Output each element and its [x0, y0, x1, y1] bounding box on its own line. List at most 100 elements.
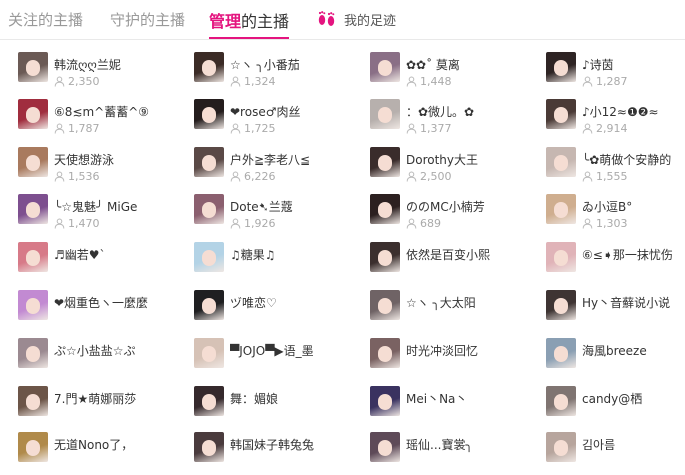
anchor-item[interactable]: ▀JOJO▀▶语_墨 — [194, 338, 364, 382]
anchor-item[interactable]: ヅ唯恋♡ — [194, 290, 364, 334]
anchor-item[interactable]: 7.門★萌娜丽莎 — [18, 386, 188, 430]
avatar[interactable] — [194, 386, 224, 416]
anchor-name[interactable]: 天使想游泳 — [54, 151, 114, 168]
anchor-name[interactable]: ╰☆鬼魅╯ MiGe — [54, 198, 137, 215]
anchor-name[interactable]: 时光冲淡回忆 — [406, 342, 478, 359]
avatar[interactable] — [194, 194, 224, 224]
anchor-item[interactable]: ぷ☆小盐盐☆ぷ — [18, 338, 188, 382]
anchor-item[interactable]: 舞：媚娘 — [194, 386, 364, 430]
anchor-item[interactable]: 海風breeze — [546, 338, 685, 382]
avatar[interactable] — [194, 338, 224, 368]
anchor-name[interactable]: ▀JOJO▀▶语_墨 — [230, 342, 314, 359]
anchor-name[interactable]: ✿✿˚ 莫离 — [406, 56, 460, 73]
avatar[interactable] — [18, 338, 48, 368]
avatar[interactable] — [370, 290, 400, 320]
avatar[interactable] — [370, 242, 400, 272]
anchor-item[interactable]: ╰☆鬼魅╯ MiGe 1,470 — [18, 194, 188, 238]
anchor-item[interactable]: 김아름 — [546, 432, 685, 475]
avatar[interactable] — [546, 386, 576, 416]
tab-managed-anchors[interactable]: 管理的主播 — [209, 8, 290, 40]
anchor-item[interactable]: ♪小12≈❶❷≈ 2,914 — [546, 99, 685, 143]
anchor-name[interactable]: ♪小12≈❶❷≈ — [582, 103, 659, 120]
avatar[interactable] — [18, 52, 48, 82]
anchor-item[interactable]: ♪诗茵 1,287 — [546, 52, 685, 96]
tab-my-footprints[interactable]: 我的足迹 — [318, 10, 396, 29]
anchor-name[interactable]: Hy丶音蘚说小说 — [582, 294, 670, 311]
anchor-name[interactable]: Dote➷兰蔻 — [230, 198, 293, 215]
anchor-name[interactable]: ♪诗茵 — [582, 56, 614, 73]
anchor-name[interactable]: Dorothy大王 — [406, 151, 478, 168]
avatar[interactable] — [370, 432, 400, 462]
avatar[interactable] — [546, 242, 576, 272]
avatar[interactable] — [194, 52, 224, 82]
anchor-item[interactable]: Dorothy大王 2,500 — [370, 147, 540, 191]
anchor-name[interactable]: ❤烟重色ヽ一麼麼 — [54, 294, 148, 311]
anchor-item[interactable]: candy@栖 — [546, 386, 685, 430]
anchor-name[interactable]: 无道Nono了， — [54, 436, 133, 453]
anchor-item[interactable]: Hy丶音蘚说小说 — [546, 290, 685, 334]
avatar[interactable] — [370, 52, 400, 82]
avatar[interactable] — [546, 52, 576, 82]
avatar[interactable] — [194, 147, 224, 177]
avatar[interactable] — [18, 194, 48, 224]
anchor-name[interactable]: ☆ヽ ╮大太阳 — [406, 294, 476, 311]
anchor-name[interactable]: 舞：媚娘 — [230, 390, 278, 407]
anchor-name[interactable]: ♫糖果♫ — [230, 246, 276, 263]
avatar[interactable] — [194, 242, 224, 272]
anchor-item[interactable]: ⑥≤➧那一抹忧伤 — [546, 242, 685, 286]
anchor-item[interactable]: ⑥8≲m^蓄蓄^⑨ 1,787 — [18, 99, 188, 143]
tab-guarded-anchors[interactable]: 守护的主播 — [110, 9, 185, 30]
anchor-item[interactable]: ☆ヽ ╮小番茄 1,324 — [194, 52, 364, 96]
anchor-name[interactable]: ゐ小逗B° — [582, 198, 632, 215]
anchor-item[interactable]: ❤烟重色ヽ一麼麼 — [18, 290, 188, 334]
anchor-item[interactable]: ♫糖果♫ — [194, 242, 364, 286]
anchor-item[interactable]: ののMC小楠芳 689 — [370, 194, 540, 238]
anchor-name[interactable]: 김아름 — [582, 436, 615, 453]
avatar[interactable] — [370, 99, 400, 129]
anchor-item[interactable]: 无道Nono了， — [18, 432, 188, 475]
avatar[interactable] — [546, 290, 576, 320]
avatar[interactable] — [546, 194, 576, 224]
anchor-item[interactable]: ♬幽若♥` — [18, 242, 188, 286]
avatar[interactable] — [546, 147, 576, 177]
anchor-name[interactable]: ♬幽若♥` — [54, 246, 106, 263]
anchor-item[interactable]: ゐ小逗B° 1,303 — [546, 194, 685, 238]
anchor-name[interactable]: 7.門★萌娜丽莎 — [54, 390, 136, 407]
anchor-name[interactable]: 瑶仙...寶裳╮ — [406, 436, 473, 453]
avatar[interactable] — [370, 147, 400, 177]
avatar[interactable] — [194, 99, 224, 129]
anchor-name[interactable]: 韩国妹子韩兔兔 — [230, 436, 314, 453]
anchor-name[interactable]: ⑥8≲m^蓄蓄^⑨ — [54, 103, 149, 120]
anchor-name[interactable]: ❤rose♂肉丝 — [230, 103, 300, 120]
anchor-item[interactable]: ❤rose♂肉丝 1,725 — [194, 99, 364, 143]
avatar[interactable] — [370, 386, 400, 416]
anchor-item[interactable]: 依然是百变小熙 — [370, 242, 540, 286]
avatar[interactable] — [370, 194, 400, 224]
avatar[interactable] — [546, 99, 576, 129]
anchor-name[interactable]: ぷ☆小盐盐☆ぷ — [54, 342, 136, 359]
anchor-name[interactable]: ののMC小楠芳 — [406, 198, 485, 215]
anchor-item[interactable]: 时光冲淡回忆 — [370, 338, 540, 382]
avatar[interactable] — [18, 432, 48, 462]
anchor-item[interactable]: ☆ヽ ╮大太阳 — [370, 290, 540, 334]
avatar[interactable] — [18, 290, 48, 320]
avatar[interactable] — [194, 290, 224, 320]
anchor-name[interactable]: candy@栖 — [582, 390, 642, 407]
anchor-item[interactable]: Dote➷兰蔻 1,926 — [194, 194, 364, 238]
anchor-item[interactable]: ╰✿萌做个安静的 1,555 — [546, 147, 685, 191]
avatar[interactable] — [18, 386, 48, 416]
anchor-item[interactable]: 户外≧李老八≦ 6,226 — [194, 147, 364, 191]
tab-followed-anchors[interactable]: 关注的主播 — [8, 9, 83, 30]
avatar[interactable] — [194, 432, 224, 462]
avatar[interactable] — [18, 147, 48, 177]
anchor-item[interactable]: ✿✿˚ 莫离 1,448 — [370, 52, 540, 96]
anchor-item[interactable]: 瑶仙...寶裳╮ — [370, 432, 540, 475]
avatar[interactable] — [18, 242, 48, 272]
anchor-name[interactable]: 海風breeze — [582, 342, 647, 359]
anchor-name[interactable]: ⑥≤➧那一抹忧伤 — [582, 246, 673, 263]
avatar[interactable] — [546, 432, 576, 462]
anchor-item[interactable]: Mei丶Na丶 — [370, 386, 540, 430]
anchor-name[interactable]: ☆ヽ ╮小番茄 — [230, 56, 300, 73]
anchor-item[interactable]: 韩流ღღ兰妮 2,350 — [18, 52, 188, 96]
anchor-item[interactable]: ：✿微儿。✿ 1,377 — [370, 99, 540, 143]
